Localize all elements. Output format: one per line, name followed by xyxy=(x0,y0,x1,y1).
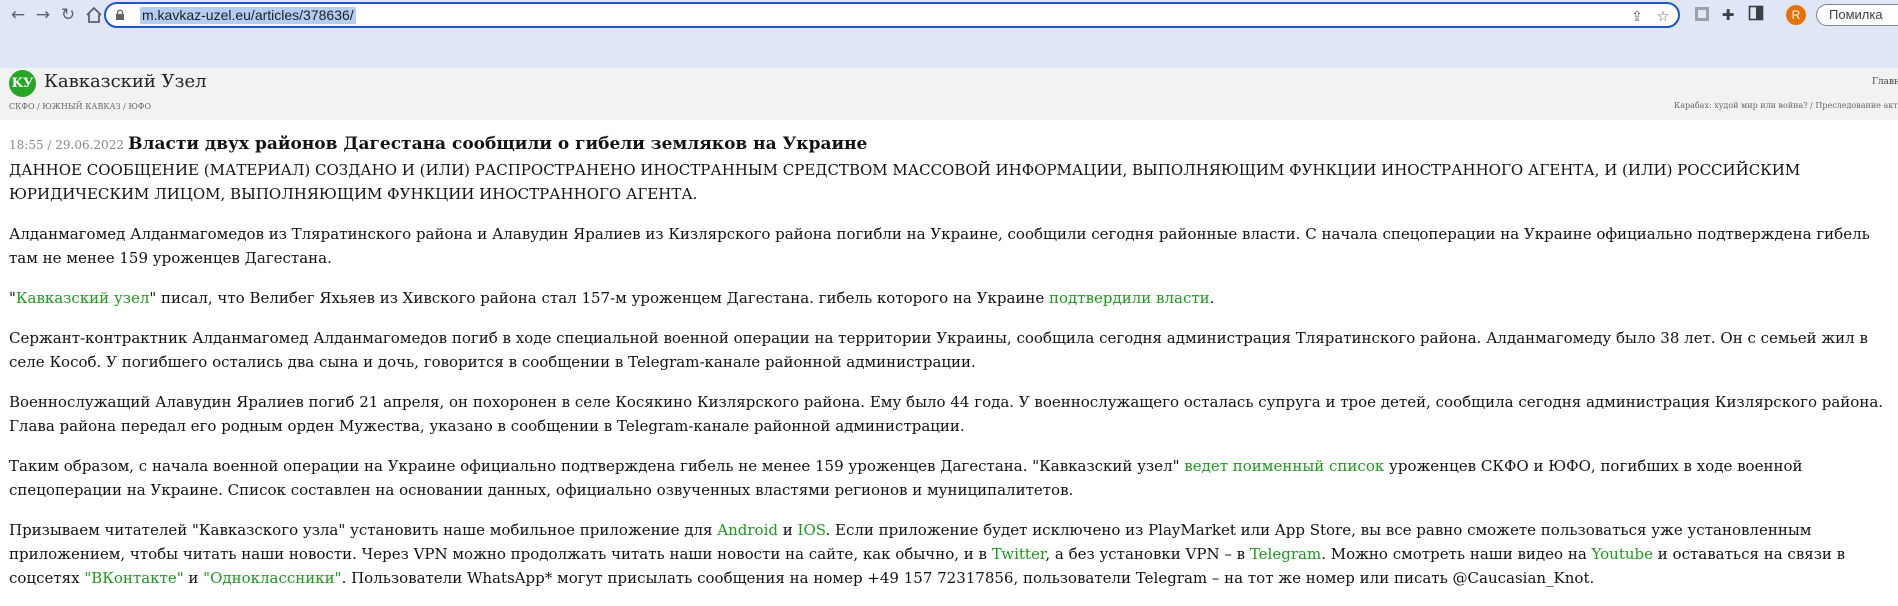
sidebar-icon[interactable] xyxy=(1746,5,1766,25)
topic-tags[interactable]: Карабах: худой мир или война? / Преследо… xyxy=(1674,101,1898,110)
p2-quote: " xyxy=(9,289,16,307)
link-telegram[interactable]: Telegram xyxy=(1250,545,1321,563)
p2-text1: " писал, что Велибег Яхьяев из Хивского … xyxy=(149,289,1050,307)
star-icon[interactable]: ☆ xyxy=(1654,8,1672,26)
p6-text4: . Можно смотреть наши видео на xyxy=(1321,545,1592,563)
paragraph-1: Алданмагомед Алданмагомедов из Тляратинс… xyxy=(9,225,1870,267)
p5-text1: Таким образом, с начала военной операции… xyxy=(9,457,1185,475)
lock-icon[interactable] xyxy=(114,9,126,21)
link-vkontakte[interactable]: "ВКонтакте" xyxy=(84,569,183,587)
paragraph-6: Призываем читателей "Кавказского узла" у… xyxy=(9,518,1891,590)
browser-toolbar: ← → ↻ m.kavkaz-uzel.eu/articles/378636/ … xyxy=(0,0,1898,30)
p6-and: и xyxy=(777,521,798,539)
link-twitter[interactable]: Twitter xyxy=(992,545,1046,563)
address-bar[interactable]: m.kavkaz-uzel.eu/articles/378636/ ⇪ ☆ xyxy=(104,2,1680,28)
error-button[interactable]: Помилка xyxy=(1816,4,1898,26)
extension-icon[interactable] xyxy=(1692,5,1712,25)
url-text[interactable]: m.kavkaz-uzel.eu/articles/378636/ xyxy=(140,7,356,24)
link-youtube[interactable]: Youtube xyxy=(1592,545,1653,563)
link-odnoklassniki[interactable]: "Одноклассники" xyxy=(203,569,341,587)
link-kavkaz-uzel[interactable]: Кавказский узел xyxy=(16,289,149,307)
link-named-list[interactable]: ведет поименный список xyxy=(1184,457,1384,475)
site-logo[interactable]: KУ xyxy=(9,70,36,97)
p6-and2: и xyxy=(183,569,204,587)
link-android[interactable]: Android xyxy=(717,521,778,539)
article-headline: Власти двух районов Дагестана сообщили о… xyxy=(128,134,868,154)
home-link[interactable]: Главная xyxy=(1872,77,1898,87)
article-timestamp: 18:55 / 29.06.2022 xyxy=(9,138,124,152)
home-icon[interactable] xyxy=(84,5,104,25)
back-arrow-icon[interactable]: ← xyxy=(8,5,28,25)
profile-avatar[interactable]: R xyxy=(1786,5,1806,25)
bookmarks-bar xyxy=(0,30,1898,68)
site-header xyxy=(0,68,1898,120)
link-ios[interactable]: IOS xyxy=(798,521,826,539)
regions-breadcrumb[interactable]: СКФО / ЮЖНЫЙ КАВКАЗ / ЮФО xyxy=(9,102,151,111)
headline-line: 18:55 / 29.06.2022 Власти двух районов Д… xyxy=(9,132,1891,158)
reload-icon[interactable]: ↻ xyxy=(58,5,78,25)
site-title[interactable]: Кавказский Узел xyxy=(44,71,207,92)
forward-arrow-icon[interactable]: → xyxy=(33,5,53,25)
p6-text6: . Пользователи WhatsApp* могут присылать… xyxy=(341,569,1595,587)
p6-text1: Призываем читателей "Кавказского узла" у… xyxy=(9,521,718,539)
paragraph-2: "Кавказский узел" писал, что Велибег Яхь… xyxy=(9,286,1891,310)
link-confirmed-by-authorities[interactable]: подтвердили власти xyxy=(1049,289,1210,307)
p2-text2: . xyxy=(1209,289,1215,307)
article: 18:55 / 29.06.2022 Власти двух районов Д… xyxy=(9,132,1891,606)
paragraph-4: Военнослужащий Алавудин Яралиев погиб 21… xyxy=(9,393,1884,435)
puzzle-icon[interactable]: ✚ xyxy=(1718,5,1738,25)
share-icon[interactable]: ⇪ xyxy=(1628,8,1646,26)
p6-text3: , а без установки VPN – в xyxy=(1045,545,1250,563)
paragraph-5: Таким образом, с начала военной операции… xyxy=(9,454,1891,502)
paragraph-3: Сержант-контрактник Алданмагомед Алданма… xyxy=(9,329,1868,371)
foreign-agent-disclaimer: ДАННОЕ СООБЩЕНИЕ (МАТЕРИАЛ) СОЗДАНО И (И… xyxy=(9,161,1801,203)
